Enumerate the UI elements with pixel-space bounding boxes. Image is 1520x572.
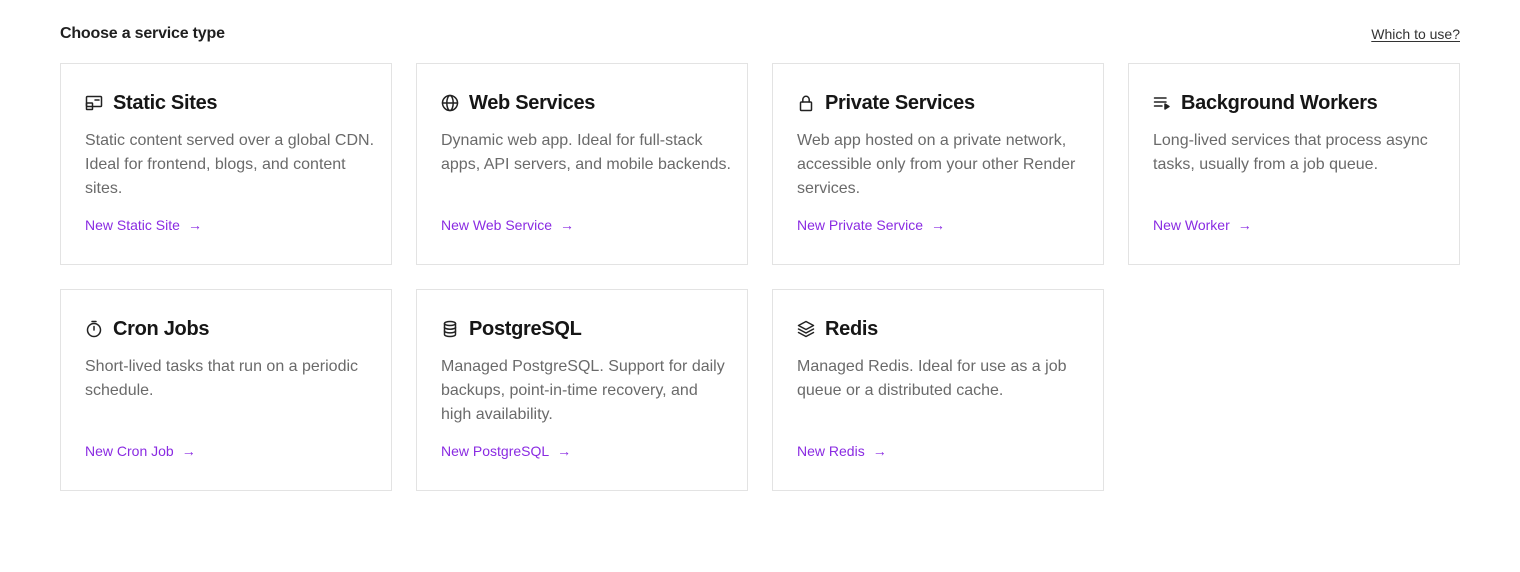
header-row: Choose a service type Which to use?: [60, 25, 1460, 47]
arrow-right-icon: →: [931, 217, 946, 233]
card-static-sites: Static Sites Static content served over …: [60, 63, 392, 265]
card-header: Static Sites: [85, 91, 367, 115]
database-icon: [443, 320, 457, 338]
lock-icon: [799, 95, 813, 112]
new-static-site-link[interactable]: New Static Site →: [85, 217, 202, 233]
new-private-service-link[interactable]: New Private Service →: [797, 217, 945, 233]
card-header: Redis: [797, 317, 1079, 341]
link-label: New Worker: [1153, 217, 1230, 233]
new-redis-link[interactable]: New Redis →: [797, 443, 887, 459]
card-title: Redis: [825, 317, 878, 340]
card-header: Background Workers: [1153, 91, 1435, 115]
stopwatch-icon: [86, 320, 102, 338]
card-web-services: Web Services Dynamic web app. Ideal for …: [416, 63, 748, 265]
link-label: New Redis: [797, 443, 865, 459]
link-label: New Web Service: [441, 217, 553, 233]
card-background-workers: Background Workers Long-lived services t…: [1128, 63, 1460, 265]
card-title: Background Workers: [1181, 91, 1378, 114]
link-label: New Cron Job: [85, 443, 174, 459]
new-worker-link[interactable]: New Worker →: [1153, 217, 1252, 233]
card-description: Dynamic web app. Ideal for full-stack ap…: [441, 132, 731, 173]
arrow-right-icon: →: [187, 217, 202, 233]
card-title: Cron Jobs: [113, 317, 210, 340]
arrow-right-icon: →: [557, 443, 572, 459]
card-header: PostgreSQL: [441, 317, 723, 341]
arrow-right-icon: →: [872, 443, 887, 459]
new-cron-job-link[interactable]: New Cron Job →: [85, 443, 196, 459]
card-postgresql: PostgreSQL Managed PostgreSQL. Support f…: [416, 289, 748, 491]
card-description: Managed PostgreSQL. Support for daily ba…: [441, 358, 725, 423]
queue-icon: [1153, 97, 1170, 110]
page-title: Choose a service type: [60, 25, 225, 42]
arrow-right-icon: →: [1237, 217, 1252, 233]
card-title: Static Sites: [113, 91, 218, 114]
card-description: Web app hosted on a private network, acc…: [797, 132, 1076, 197]
card-title: Web Services: [469, 91, 596, 114]
card-title: Private Services: [825, 91, 975, 114]
arrow-right-icon: →: [181, 443, 196, 459]
card-header: Private Services: [797, 91, 1079, 115]
service-type-grid: Static Sites Static content served over …: [60, 63, 1460, 491]
card-header: Web Services: [441, 91, 723, 115]
card-private-services: Private Services Web app hosted on a pri…: [772, 63, 1104, 265]
new-postgresql-link[interactable]: New PostgreSQL →: [441, 443, 571, 459]
link-label: New Static Site: [85, 217, 180, 233]
card-description: Short-lived tasks that run on a periodic…: [85, 358, 359, 399]
new-web-service-link[interactable]: New Web Service →: [441, 217, 574, 233]
static-site-icon: [85, 95, 103, 111]
link-label: New Private Service: [797, 217, 924, 233]
card-description: Static content served over a global CDN.…: [85, 132, 375, 197]
card-description: Managed Redis. Ideal for use as a job qu…: [797, 358, 1067, 399]
link-label: New PostgreSQL: [441, 443, 550, 459]
globe-icon: [441, 94, 459, 112]
layers-icon: [797, 320, 815, 338]
card-header: Cron Jobs: [85, 317, 367, 341]
card-description: Long-lived services that process async t…: [1153, 132, 1428, 173]
arrow-right-icon: →: [560, 217, 575, 233]
card-redis: Redis Managed Redis. Ideal for use as a …: [772, 289, 1104, 491]
card-title: PostgreSQL: [469, 317, 582, 340]
which-to-use-link[interactable]: Which to use?: [1371, 26, 1460, 42]
card-cron-jobs: Cron Jobs Short-lived tasks that run on …: [60, 289, 392, 491]
